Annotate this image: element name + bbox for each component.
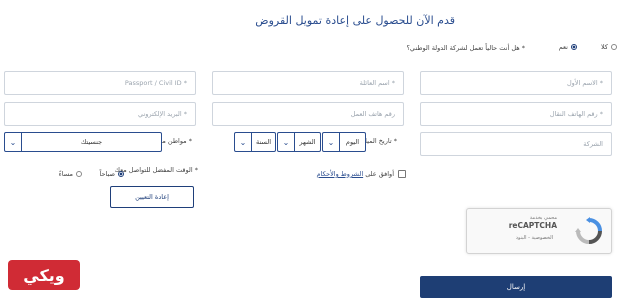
reset-button[interactable]: إعادة التعيين (110, 186, 194, 208)
dob-day-value: اليوم (345, 138, 360, 146)
page-title: قدم الآن للحصول على إعادة تمويل القروض (255, 14, 455, 27)
dob-month-select[interactable]: ⌄ الشهر (277, 132, 321, 152)
radio-yes-label: نعم (558, 43, 568, 51)
dob-day-select[interactable]: ⌄ اليوم (322, 132, 366, 152)
chevron-down-icon: ⌄ (278, 133, 295, 151)
recaptcha-privacy-link[interactable]: الخصوصية - البنود (516, 235, 553, 241)
radio-yes[interactable]: نعم (559, 43, 577, 51)
first-name-field[interactable]: الاسم الأول * (420, 71, 612, 95)
contact-time-label: الوقت المفضل للتواصل معك * (114, 166, 198, 174)
radio-no-dot[interactable] (611, 44, 617, 50)
chevron-down-icon: ⌄ (235, 133, 252, 151)
terms-prefix: أوافق على (365, 170, 394, 178)
work-phone-field[interactable]: رقم هاتف العمل (212, 102, 404, 126)
contact-morning-radio[interactable] (118, 171, 124, 177)
contact-evening-radio[interactable] (76, 171, 82, 177)
employment-question-label: هل أنت حالياً تعمل لشركة الدولة الوطني؟ … (406, 44, 525, 52)
family-name-field[interactable]: اسم العائلة * (212, 71, 404, 95)
terms-checkbox[interactable] (398, 170, 406, 178)
chevron-down-icon: ⌄ (323, 133, 340, 151)
recaptcha-icon (575, 217, 602, 244)
contact-morning-option[interactable]: صباحاً (100, 170, 124, 178)
dob-year-select[interactable]: ⌄ السنة (234, 132, 276, 152)
dob-month-value: الشهر (299, 138, 316, 146)
radio-yes-dot[interactable] (571, 44, 577, 50)
contact-morning-label: صباحاً (99, 170, 115, 178)
terms-link[interactable]: الشروط والأحكام (316, 170, 363, 178)
contact-evening-option[interactable]: مساءً (59, 170, 82, 178)
civil-id-field[interactable]: Passport / Civil ID * (4, 71, 196, 95)
nationality-label: مواطن من * (157, 137, 192, 145)
email-field[interactable]: البريد الإلكتروني * (4, 102, 196, 126)
nationality-select[interactable]: ⌄ جنسيتك (4, 132, 162, 152)
chevron-down-icon: ⌄ (5, 133, 22, 151)
contact-evening-label: مساءً (58, 170, 73, 178)
radio-no-label: كلا (601, 43, 608, 51)
mobile-field[interactable]: رقم الهاتف النقال * (420, 102, 612, 126)
radio-no[interactable]: كلا (601, 43, 617, 51)
terms-row: أوافق على الشروط والأحكام (316, 170, 406, 178)
company-field[interactable]: الشركة (420, 132, 612, 156)
terms-text: أوافق على الشروط والأحكام (316, 170, 394, 178)
dob-year-value: السنة (255, 138, 272, 146)
nationality-value: جنسيتك (80, 138, 103, 146)
submit-button[interactable]: إرسال (420, 276, 612, 298)
recaptcha-brand: reCAPTCHA (508, 221, 557, 230)
recaptcha-widget[interactable]: محمي بخدمة reCAPTCHA الخصوصية - البنود (466, 208, 612, 254)
site-logo: ويكي (8, 260, 80, 290)
